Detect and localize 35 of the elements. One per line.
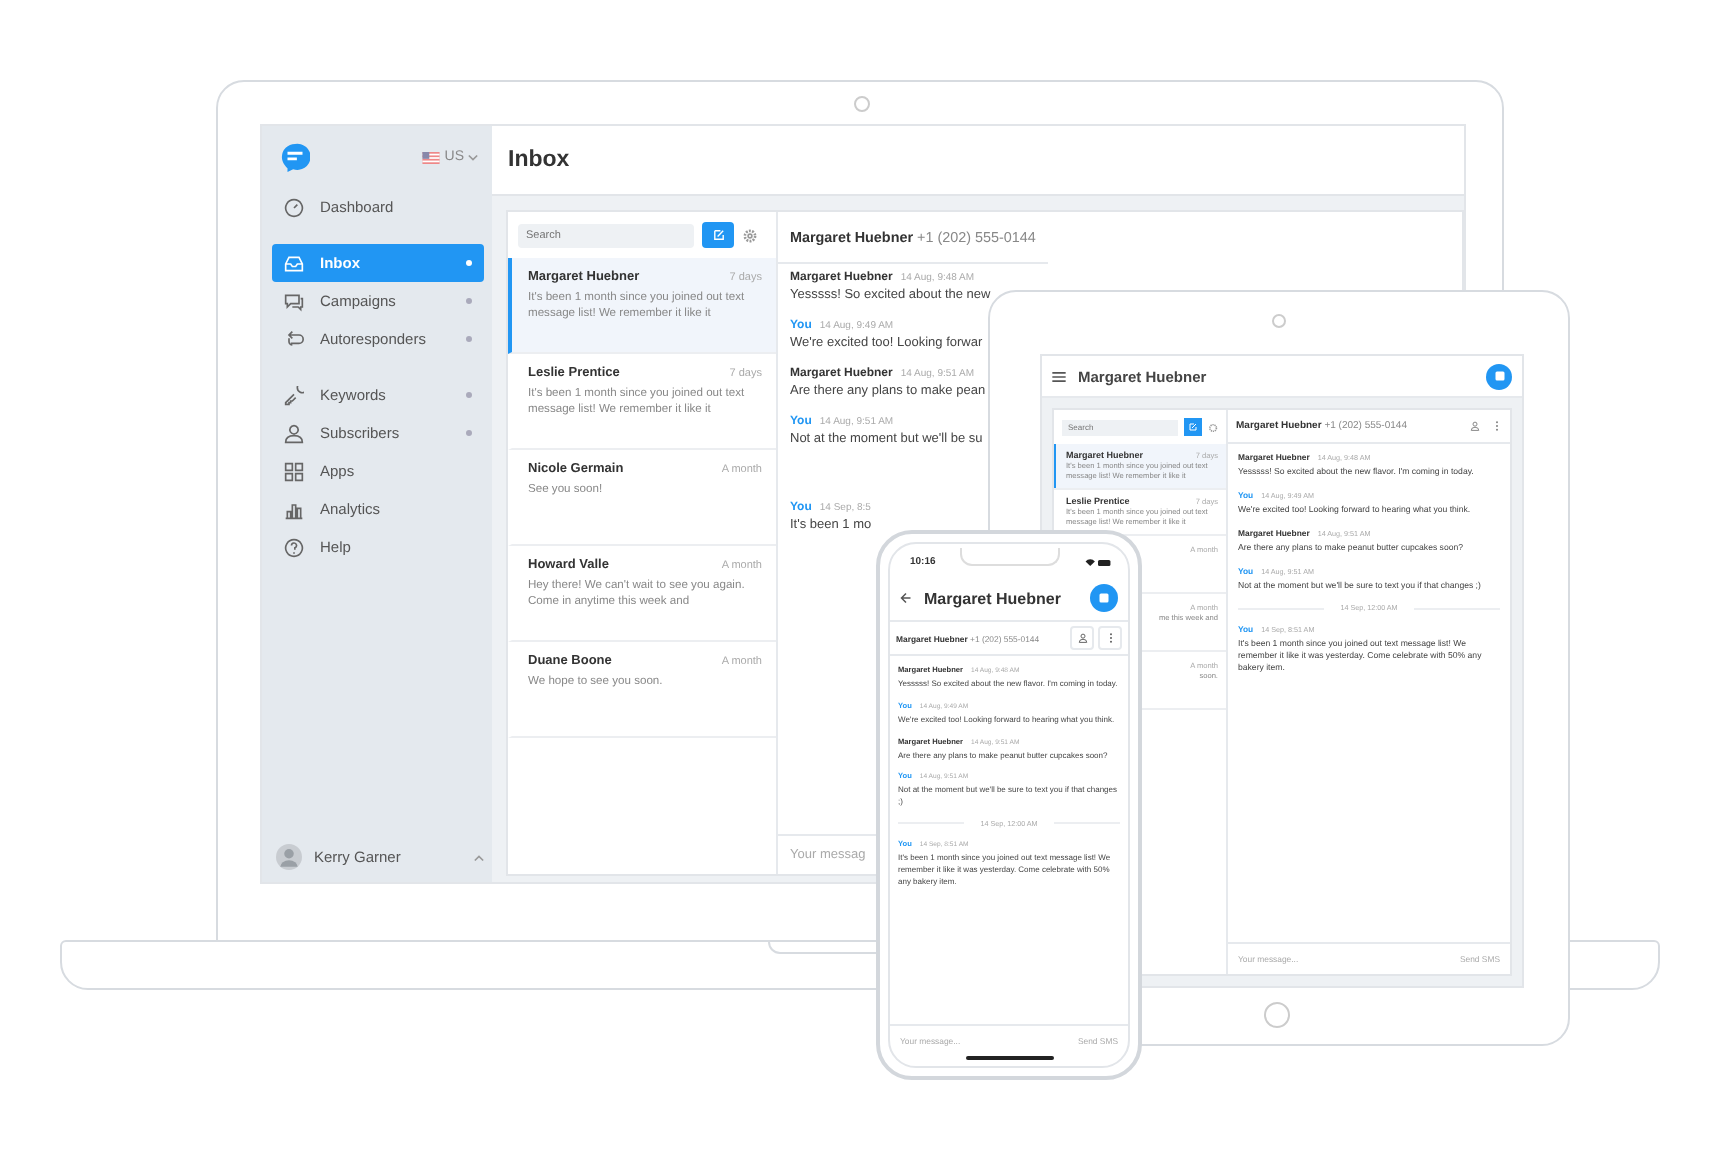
caret-icon [474, 853, 484, 861]
loop-arrow-icon [284, 329, 304, 349]
contact-title: Margaret Huebner [924, 589, 1063, 607]
people-icon [284, 423, 304, 443]
message-icon [1098, 592, 1110, 604]
settings-icon[interactable] [1207, 421, 1218, 433]
more-button[interactable] [1098, 626, 1122, 650]
compose-button[interactable] [702, 222, 734, 248]
bar-chart-icon [284, 499, 304, 519]
avatar-icon [276, 844, 302, 870]
message-icon [1493, 370, 1505, 382]
flag-icon [422, 151, 441, 163]
chat-bubble-icon [284, 291, 304, 311]
compose-button[interactable] [1486, 363, 1512, 389]
person-icon [1077, 632, 1087, 644]
home-button[interactable] [1264, 1002, 1290, 1028]
back-arrow-icon[interactable] [900, 592, 912, 604]
contact-button[interactable] [1070, 626, 1094, 650]
camera-icon [854, 96, 870, 112]
question-icon [284, 537, 304, 557]
compose-button[interactable] [1090, 584, 1118, 612]
wifi-battery-icon [1083, 557, 1112, 567]
menu-icon[interactable] [1052, 371, 1066, 381]
chat-bubble-logo-icon [280, 142, 310, 172]
gauge-icon [284, 197, 304, 217]
caret-icon [468, 153, 478, 161]
page-title: Inbox [508, 148, 570, 172]
notch-drawing [959, 547, 1060, 565]
compose-button[interactable] [1184, 418, 1202, 436]
settings-icon[interactable] [742, 227, 758, 243]
camera-icon [1272, 314, 1286, 328]
home-indicator [965, 1056, 1053, 1060]
tray-icon [284, 253, 304, 273]
person-icon[interactable] [1470, 420, 1480, 432]
grid-icon [284, 461, 304, 481]
